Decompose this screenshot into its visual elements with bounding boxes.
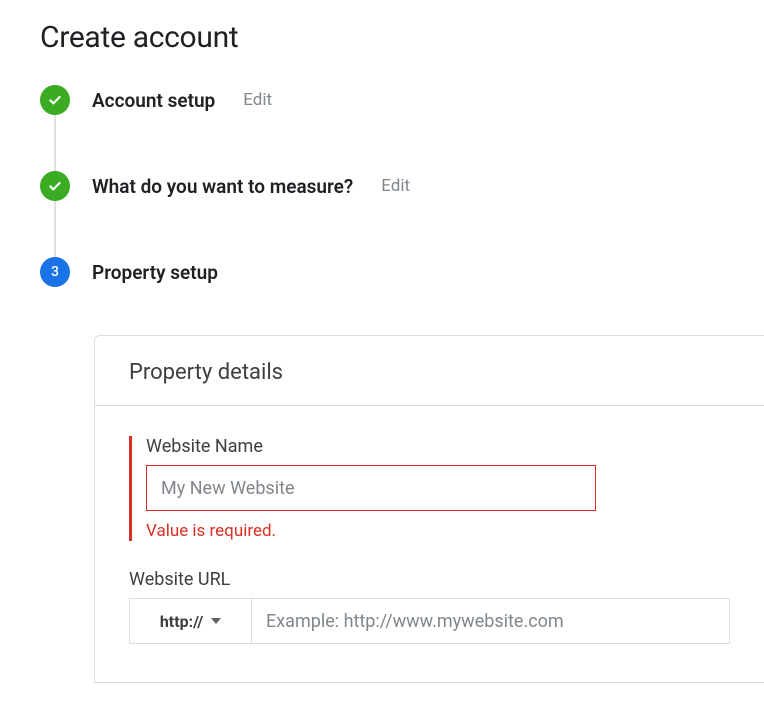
website-url-field: Website URL http:// bbox=[129, 569, 730, 644]
protocol-value: http:// bbox=[160, 612, 203, 631]
website-name-field: Website Name Value is required. bbox=[129, 436, 730, 541]
website-name-error: Value is required. bbox=[146, 521, 730, 541]
website-name-input[interactable] bbox=[146, 465, 596, 511]
edit-link-measure[interactable]: Edit bbox=[381, 176, 410, 196]
website-url-label: Website URL bbox=[129, 569, 730, 590]
card-header: Property details bbox=[95, 336, 764, 406]
edit-link-account-setup[interactable]: Edit bbox=[243, 90, 272, 110]
step-done-indicator bbox=[40, 171, 70, 201]
step-account-setup: Account setup Edit bbox=[40, 85, 764, 171]
step-title: What do you want to measure? bbox=[92, 175, 353, 198]
check-icon bbox=[47, 178, 63, 194]
website-url-input[interactable] bbox=[251, 598, 730, 644]
step-title: Property setup bbox=[92, 261, 218, 284]
step-property-setup: 3 Property setup bbox=[40, 257, 764, 291]
page-title: Create account bbox=[40, 20, 764, 55]
stepper: Account setup Edit What do you want to m… bbox=[40, 85, 764, 291]
property-details-card: Property details Website Name Value is r… bbox=[94, 335, 764, 683]
step-connector bbox=[54, 201, 56, 262]
step-active-indicator: 3 bbox=[40, 257, 70, 287]
website-name-label: Website Name bbox=[146, 436, 730, 457]
step-done-indicator bbox=[40, 85, 70, 115]
check-icon bbox=[47, 92, 63, 108]
step-connector bbox=[54, 115, 56, 176]
protocol-dropdown[interactable]: http:// bbox=[129, 598, 251, 644]
chevron-down-icon bbox=[211, 618, 221, 624]
step-title: Account setup bbox=[92, 89, 215, 112]
step-measure: What do you want to measure? Edit bbox=[40, 171, 764, 257]
